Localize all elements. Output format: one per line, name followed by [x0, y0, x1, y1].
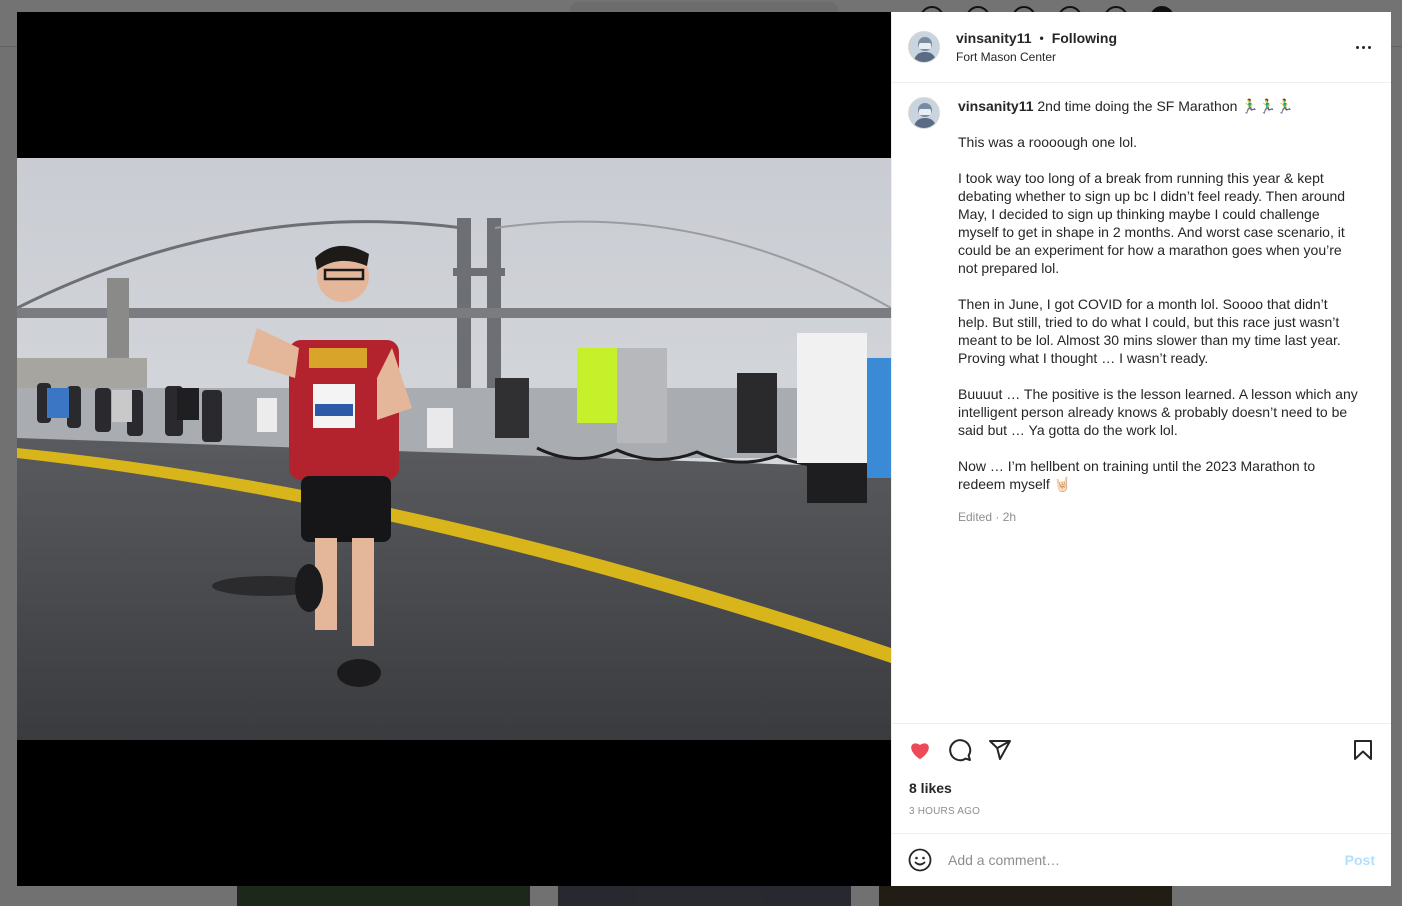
- post-media[interactable]: [17, 12, 891, 886]
- emoji-icon[interactable]: [908, 848, 932, 872]
- caption-paragraph: Then in June, I got COVID for a month lo…: [958, 296, 1341, 366]
- bookmark-icon[interactable]: [1351, 738, 1375, 762]
- caption-paragraph: I took way too long of a break from runn…: [958, 170, 1346, 276]
- post-photo: [17, 158, 891, 740]
- caption-paragraph: This was a roooough one lol.: [958, 134, 1137, 150]
- comment-input[interactable]: [948, 852, 1345, 868]
- author-username[interactable]: vinsanity11: [956, 30, 1032, 46]
- author-info: vinsanity11 • Following Fort Mason Cente…: [956, 30, 1117, 64]
- header-separator: •: [1039, 31, 1044, 45]
- post-timestamp[interactable]: 3 HOURS AGO: [909, 806, 980, 817]
- caption-text: vinsanity11 2nd time doing the SF Marath…: [958, 97, 1360, 526]
- more-options-icon[interactable]: [1351, 39, 1375, 55]
- add-comment-bar: Post: [892, 833, 1391, 886]
- post-caption: vinsanity11 2nd time doing the SF Marath…: [908, 97, 1375, 526]
- comments-section[interactable]: vinsanity11 2nd time doing the SF Marath…: [892, 83, 1391, 723]
- caption-username[interactable]: vinsanity11: [958, 98, 1034, 114]
- post-comment-button[interactable]: Post: [1345, 852, 1375, 868]
- caption-first-line: 2nd time doing the SF Marathon 🏃‍♂️🏃‍♂️🏃…: [1037, 98, 1294, 114]
- caption-edited-time: Edited · 2h: [958, 510, 1017, 524]
- post-modal: vinsanity11 • Following Fort Mason Cente…: [17, 12, 1391, 886]
- comment-icon[interactable]: [948, 738, 972, 762]
- author-avatar[interactable]: [908, 31, 940, 63]
- caption-avatar[interactable]: [908, 97, 940, 129]
- post-header: vinsanity11 • Following Fort Mason Cente…: [892, 12, 1391, 83]
- likes-count[interactable]: 8 likes: [909, 780, 952, 796]
- post-actions: 8 likes 3 HOURS AGO: [892, 723, 1391, 833]
- following-button[interactable]: Following: [1052, 30, 1117, 46]
- caption-paragraph: Buuuut … The positive is the lesson lear…: [958, 386, 1358, 438]
- share-icon[interactable]: [988, 738, 1012, 762]
- heart-icon[interactable]: [908, 738, 932, 762]
- post-location[interactable]: Fort Mason Center: [956, 50, 1117, 64]
- post-sidebar: vinsanity11 • Following Fort Mason Cente…: [891, 12, 1391, 886]
- caption-paragraph: Now … I’m hellbent on training until the…: [958, 458, 1316, 492]
